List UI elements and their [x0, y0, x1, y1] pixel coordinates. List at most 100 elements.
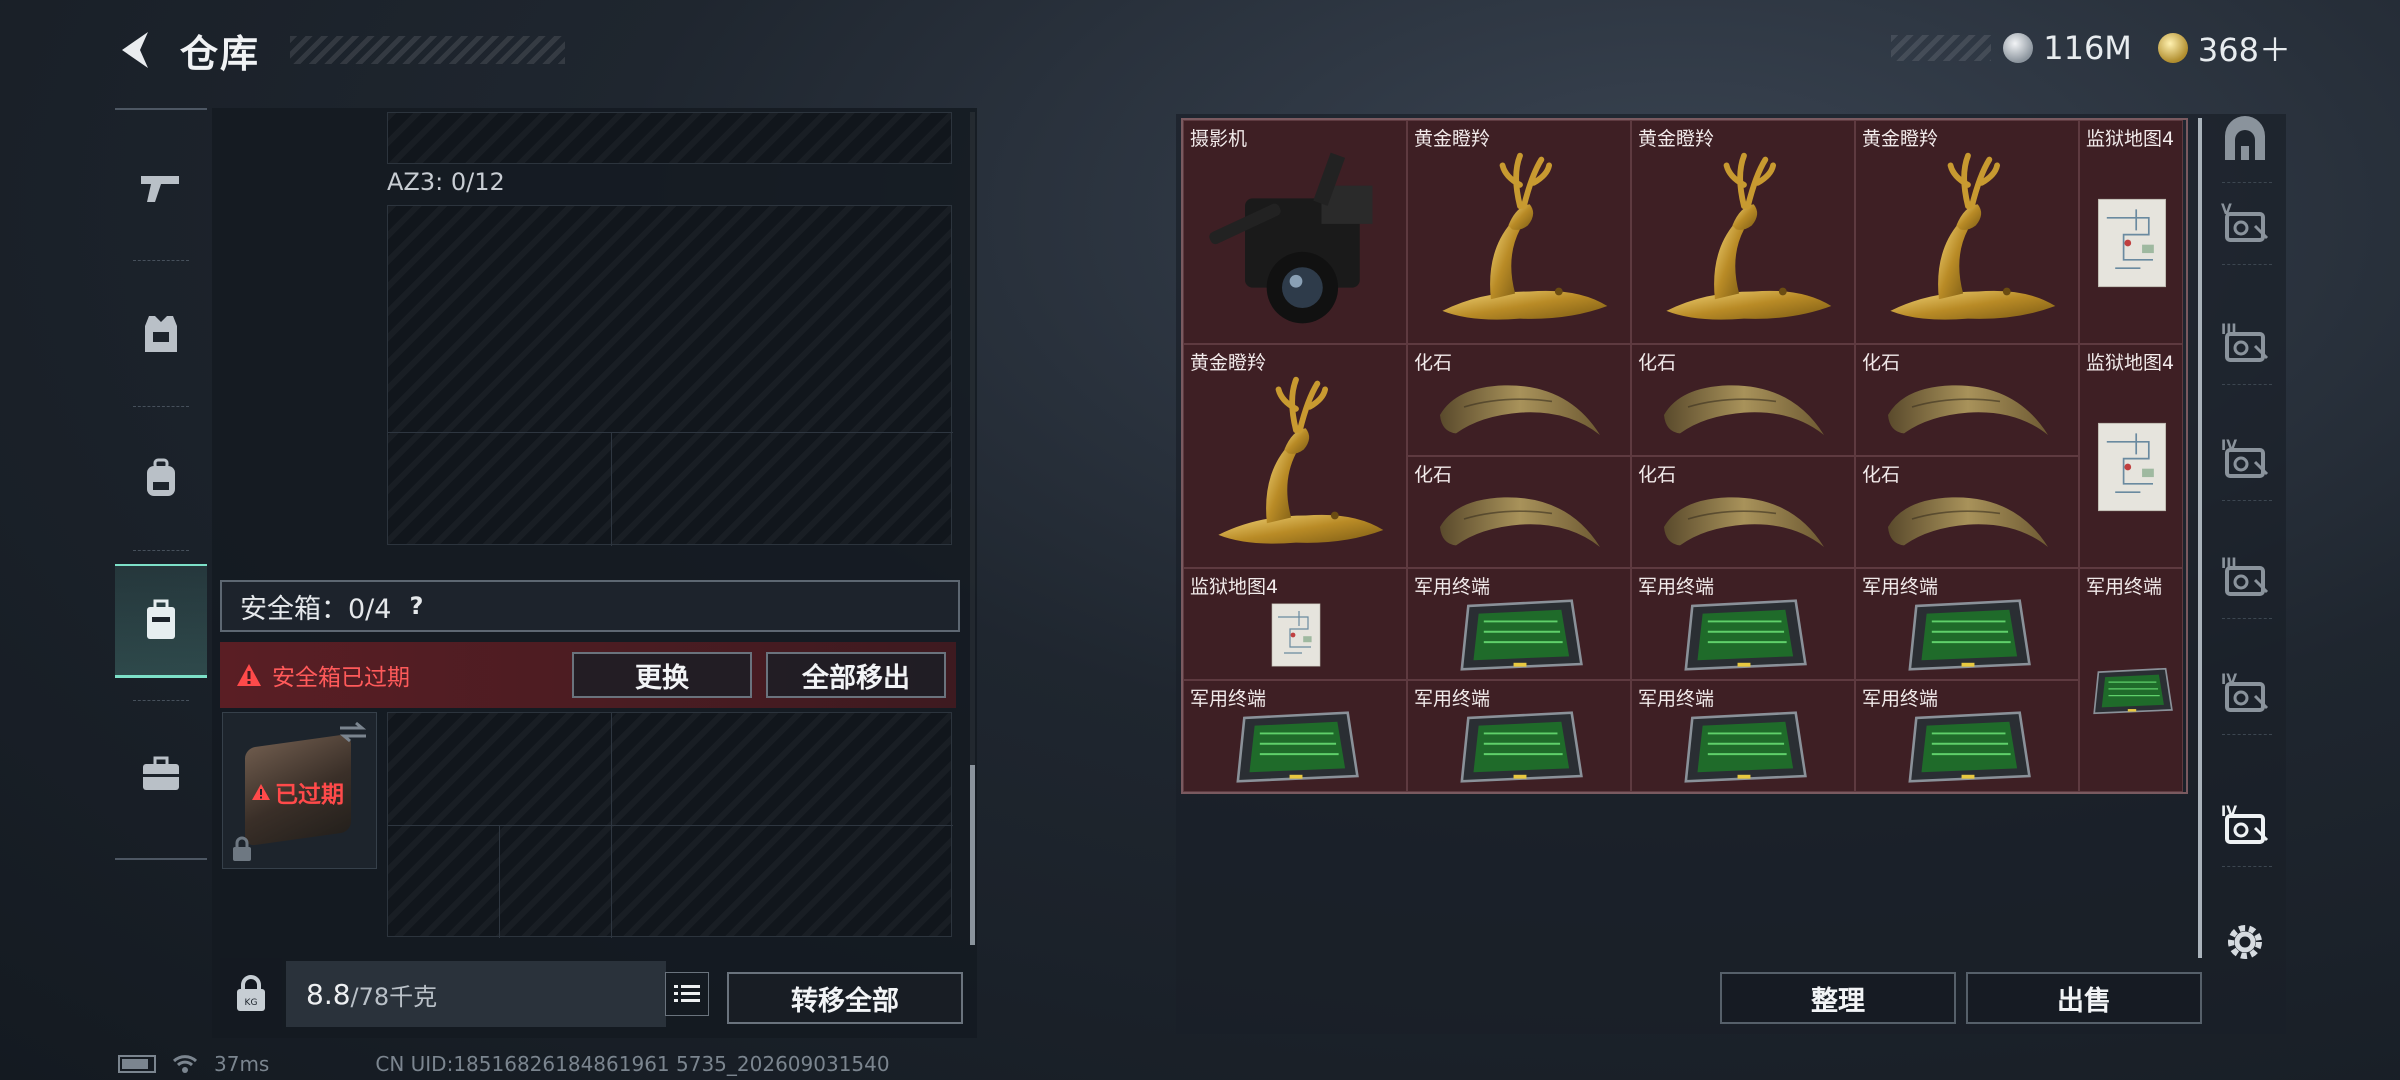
silver-currency[interactable]: 116M — [2003, 29, 2132, 67]
sidebar-item-weapons[interactable] — [115, 142, 207, 234]
stash-iii-icon: III — [2219, 318, 2271, 370]
terminal-icon — [1649, 705, 1839, 789]
map-icon — [2090, 178, 2174, 308]
stash-iv-tab[interactable]: IV — [2210, 425, 2280, 495]
grid-line — [388, 432, 953, 433]
stash-item-terminal[interactable]: 军用终端 — [1631, 568, 1855, 680]
safebox-capacity: 安全箱：0/4 — [240, 593, 392, 625]
az3-grid[interactable] — [387, 205, 953, 546]
remove-all-button[interactable]: 全部移出 — [766, 652, 946, 698]
stash-item-label: 化石 — [1862, 464, 1901, 486]
stash-iii-b-tab[interactable]: III — [2210, 543, 2280, 613]
fossil-icon — [1425, 371, 1615, 451]
warning-icon — [237, 664, 261, 686]
stash-item-map[interactable]: 监狱地图4 — [1183, 568, 1407, 680]
sidebar-divider — [133, 550, 189, 551]
stash-item-gazelle[interactable]: 黄金瞪羚 — [1631, 120, 1855, 344]
armor-vest-icon — [145, 316, 177, 352]
az3-slot-label: AZ3: 0/12 — [387, 168, 505, 196]
stash-item-fossil[interactable]: 化石 — [1631, 456, 1855, 568]
safebox-expired-label: 已过期 — [251, 775, 344, 809]
safebox-slot[interactable]: 已过期 — [222, 712, 377, 869]
stash-item-fossil[interactable]: 化石 — [1855, 344, 2079, 456]
stash-item-terminal[interactable]: 军用终端 — [1407, 680, 1631, 792]
stash-item-fossil[interactable]: 化石 — [1407, 456, 1631, 568]
tab-divider — [2222, 866, 2272, 867]
stash-iii-tab[interactable]: III — [2210, 309, 2280, 379]
stash-item-terminal[interactable]: 军用终端 — [1407, 568, 1631, 680]
stash-item-terminal[interactable]: 军用终端 — [1631, 680, 1855, 792]
stash-item-label: 军用终端 — [1862, 688, 1939, 710]
terminal-icon — [1425, 593, 1615, 677]
stash-item-fossil[interactable]: 化石 — [1855, 456, 2079, 568]
stash-iii-b-icon: III — [2219, 552, 2271, 604]
tab-divider — [2222, 618, 2272, 619]
stash-v-tab[interactable]: V — [2210, 189, 2280, 259]
sort-button[interactable]: 整理 — [1720, 972, 1956, 1024]
replace-button[interactable]: 更换 — [572, 652, 752, 698]
sidebar-divider — [133, 260, 189, 261]
page-title: 仓库 — [180, 31, 261, 76]
settings-gear-icon — [2223, 920, 2267, 968]
help-icon[interactable]: ? — [401, 591, 431, 621]
gold-currency[interactable]: 368＋ — [2157, 25, 2291, 71]
sell-button[interactable]: 出售 — [1966, 972, 2202, 1024]
transfer-all-button[interactable]: 转移全部 — [727, 972, 963, 1024]
sidebar-item-supplies[interactable] — [115, 728, 207, 820]
list-view-button[interactable] — [665, 972, 709, 1016]
briefcase-icon — [143, 756, 179, 790]
stash-item-label: 黄金瞪羚 — [1190, 352, 1267, 374]
silver-amount: 116M — [2043, 29, 2132, 67]
fossil-icon — [1873, 483, 2063, 563]
sidebar-item-backpack[interactable] — [115, 432, 207, 524]
settings-gear-tab[interactable] — [2210, 909, 2280, 979]
back-arrow-icon[interactable] — [110, 26, 158, 74]
stash-item-terminal[interactable]: 军用终端 — [1855, 568, 2079, 680]
stash-arch-icon — [2221, 116, 2269, 168]
gold-amount: 368＋ — [2197, 31, 2291, 69]
stash-item-label: 黄金瞪羚 — [1414, 128, 1491, 150]
stash-item-label: 军用终端 — [1414, 576, 1491, 598]
backpack-icon — [147, 458, 175, 496]
stash-item-map[interactable]: 监狱地图4 — [2079, 120, 2183, 344]
stash-iv-icon: IV — [2219, 434, 2271, 486]
stash-item-fossil[interactable]: 化石 — [1407, 344, 1631, 456]
sidebar-item-safebox[interactable] — [115, 564, 207, 678]
stash-item-terminal[interactable]: 军用终端 — [2079, 568, 2183, 792]
stash-item-camera[interactable]: 摄影机 — [1183, 120, 1407, 344]
stash-item-label: 监狱地图4 — [2086, 128, 2175, 150]
stash-item-gazelle[interactable]: 黄金瞪羚 — [1855, 120, 2079, 344]
stash-item-gazelle[interactable]: 黄金瞪羚 — [1183, 344, 1407, 568]
list-icon — [674, 985, 700, 1002]
stash-item-gazelle[interactable]: 黄金瞪羚 — [1407, 120, 1631, 344]
grid-line — [499, 825, 500, 938]
sidebar-item-armor[interactable] — [115, 288, 207, 380]
uid-text: CN UID:18516826184861961 5735_2026090315… — [375, 1052, 890, 1076]
stash-item-fossil[interactable]: 化石 — [1631, 344, 1855, 456]
stash-item-terminal[interactable]: 军用终端 — [1855, 680, 2079, 792]
stash-item-label: 化石 — [1414, 464, 1453, 486]
status-bar: 37ms CN UID:18516826184861961 5735_20260… — [118, 1052, 890, 1076]
stash-item-terminal[interactable]: 军用终端 — [1183, 680, 1407, 792]
camera-icon — [1194, 146, 1398, 340]
scrollbar-thumb[interactable] — [970, 765, 975, 945]
stash-item-map[interactable]: 监狱地图4 — [2079, 344, 2183, 568]
stash-arch-tab[interactable] — [2210, 107, 2280, 177]
stash-grid: 摄影机 黄金瞪羚 黄金瞪羚 黄金瞪羚 监狱地图4 黄金瞪羚 化石 化石 化石 监狱地图4 化石 化石化… — [1181, 118, 2188, 794]
terminal-icon — [1649, 593, 1839, 677]
safebox-grid[interactable] — [387, 712, 953, 938]
fossil-icon — [1649, 371, 1839, 451]
stash-item-label: 化石 — [1862, 352, 1901, 374]
weight-display: 8.8/78千克 — [286, 961, 666, 1027]
tab-divider — [2222, 384, 2272, 385]
expired-warning-text: 安全箱已过期 — [272, 665, 410, 691]
lock-icon — [233, 836, 251, 861]
warning-icon — [252, 784, 270, 800]
tabs-scrollbar[interactable] — [2198, 118, 2202, 958]
stash-iv-active-tab[interactable]: IV — [2210, 791, 2280, 861]
stash-iv-b-icon: IV — [2219, 668, 2271, 720]
stash-iv-active-icon: IV — [2219, 800, 2271, 852]
stash-iv-b-tab[interactable]: IV — [2210, 659, 2280, 729]
terminal-icon — [1201, 705, 1391, 789]
stash-v-icon: V — [2219, 198, 2271, 250]
